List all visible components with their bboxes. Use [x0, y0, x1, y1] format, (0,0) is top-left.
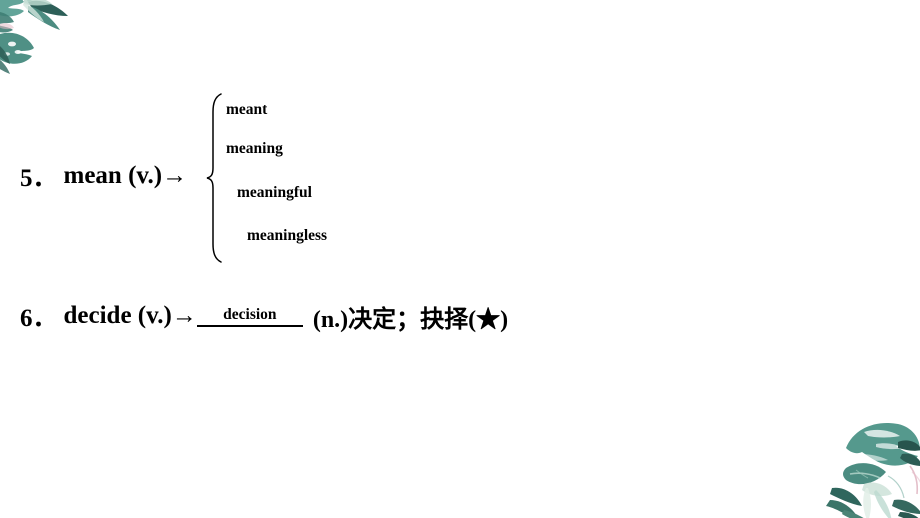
entry-headword: mean (v.)	[63, 162, 163, 189]
arrow-icon: →	[171, 302, 197, 329]
entry-headword: decide (v.)	[63, 302, 172, 329]
derivation-item: meaning	[226, 140, 283, 157]
top-left-foliage-icon	[0, 0, 68, 74]
derivation-item: meaningless	[247, 227, 328, 244]
arrow-icon: →	[162, 162, 188, 189]
vocab-entry-6: 6． decide (v.) → decision (n.)决定；抉择(★)	[20, 298, 508, 334]
curly-brace-icon	[205, 92, 227, 264]
entry-number: 6．	[20, 305, 58, 332]
entry-number: 5．	[20, 165, 58, 192]
answer-blank[interactable]: decision	[196, 305, 303, 328]
derivation-item: meaningful	[237, 184, 312, 201]
bottom-right-foliage-icon	[826, 423, 920, 518]
derivation-item: meant	[226, 101, 268, 118]
vocab-entry-5: 5． mean (v.) →	[20, 158, 187, 194]
slide-canvas: 5． mean (v.) → meant meaning meaningful …	[0, 0, 920, 518]
entry-definition: (n.)决定；抉择(★)	[312, 306, 509, 333]
